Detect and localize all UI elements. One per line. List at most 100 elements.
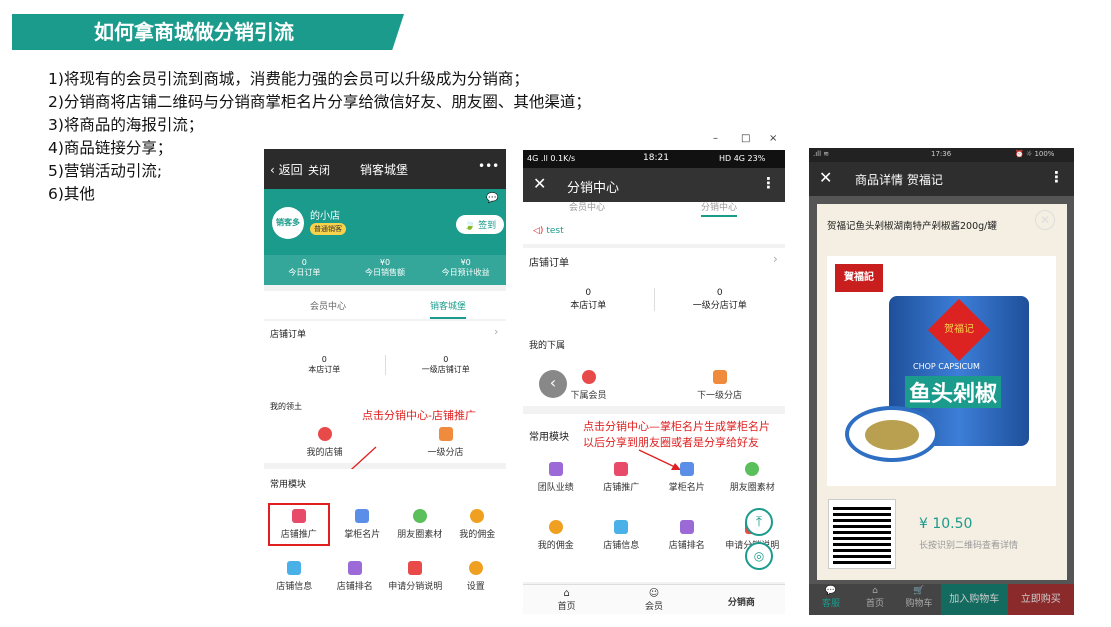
qr-hint: 长按识别二维码查看详情 [919,541,1019,551]
nav-label: 会员 [644,602,663,612]
modules-section: 常用模块 点击分销中心—掌柜名片生成掌柜名片 以后分享到朋友圈或者是分享给好友 … [523,414,785,582]
level1-shop-item[interactable]: 一级分店 [385,427,506,458]
share-float-button[interactable]: ◎ [745,542,773,570]
add-to-cart-button[interactable]: 加入购物车 [941,584,1008,615]
btn-label: 首页 [865,599,884,609]
aperture-icon [745,462,760,476]
nav-distributor[interactable]: 分销商 [698,585,785,614]
slide-title-banner: 如何拿商城做分销引流 [12,14,404,50]
module-label: 店铺排名 [668,541,705,551]
status-time: 18:21 [643,153,669,163]
module-team[interactable]: 团队业绩 [523,462,589,493]
close-window-button[interactable]: × [769,133,777,144]
module-commission[interactable]: 我的佣金 [449,503,507,546]
section-title: 我的领土 [270,402,302,411]
page-title: 销客城堡 [360,163,409,177]
shop-icon [438,427,453,441]
home-button[interactable]: ⌂ 首页 [853,584,897,615]
chevron-right-icon[interactable]: › [773,252,778,266]
tab-distribution[interactable]: 分销中心 [701,200,738,217]
module-label: 店铺信息 [603,541,640,551]
module-label: 朋友圈素材 [397,530,443,540]
annotation-text-1: 点击分销中心—掌柜名片生成掌柜名片 [583,420,770,433]
product-image: 賀福記 贺福记 CHOP CAPSICUM 鱼头剁椒 [827,256,1056,486]
back-to-top-button[interactable]: ⤒ [745,508,773,536]
orders-label: 一级分店订单 [692,301,747,311]
shop-avatar: 销客多 [272,207,304,239]
module-shop-promo[interactable]: 店铺推广 [268,503,330,546]
product-price: ¥ 10.50 [919,516,973,532]
close-icon[interactable]: ✕ [819,168,832,187]
modules-section: 常用模块 店铺推广 掌柜名片 朋友圈素材 我的佣金 店铺信息 店铺排名 申请分销… [264,469,506,614]
store-icon [287,561,302,575]
orders-level1[interactable]: 0 一级分店订单 [653,288,786,311]
close-poster-button[interactable]: ✕ [1035,210,1055,230]
sub-shops[interactable]: 下一级分店 [654,370,785,401]
chevron-right-icon[interactable]: › [494,325,498,338]
orders-value: 0 [443,355,449,364]
nav-label: 首页 [557,602,576,612]
module-shop-info[interactable]: 店铺信息 [589,520,655,551]
module-settings[interactable]: 设置 [446,561,507,592]
orders-label: 一级店铺订单 [421,365,470,374]
chat-icon[interactable]: 💬 [486,193,498,204]
brand-logo: 賀福記 [835,264,883,292]
status-bar: .ıll ≋ 17:36 ⏰ ☼ 100% [809,148,1074,162]
orders-own[interactable]: 0 本店订单 [264,355,385,375]
module-shop-info[interactable]: 店铺信息 [264,561,325,592]
orders-own[interactable]: 0 本店订单 [523,288,654,311]
tab-header-partial: 会员中心 分销中心 ◁) test [523,202,785,244]
close-icon[interactable]: ✕ [533,174,546,193]
status-battery: ⏰ ☼ 100% [1015,150,1055,158]
nav-home[interactable]: ⌂ 首页 [523,585,610,614]
can-label-diamond: 贺福记 [927,298,991,362]
phone-screenshot-product: .ıll ≋ 17:36 ⏰ ☼ 100% ✕ 商品详情 贺福记 ⋮ 贺福记鱼头… [809,148,1074,615]
module-commission[interactable]: 我的佣金 [523,520,589,551]
sign-in-button[interactable]: 🍃 签到 [456,215,505,234]
module-rank[interactable]: 店铺排名 [325,561,386,592]
nav-member[interactable]: ☺ 会员 [610,585,697,614]
more-vertical-icon[interactable]: ⋮ [1049,168,1064,186]
chart-icon [548,462,563,476]
sub-members[interactable]: 下属会员 [523,370,654,401]
cart-icon: 🛒 [913,586,925,596]
customer-service-button[interactable]: 💬 客服 [809,584,853,615]
module-moments[interactable]: 朋友圈素材 [391,503,449,546]
status-signal: 4G .ll 0.1K/s [527,154,576,163]
module-card[interactable]: 掌柜名片 [654,462,720,493]
close-button[interactable]: 关闭 [308,162,330,178]
item-label: 下一级分店 [696,391,742,401]
bar-chart-icon [679,520,694,534]
back-button[interactable]: ‹ 返回 [270,161,303,178]
stat-label: 今日订单 [288,268,321,277]
tab-member-center[interactable]: 会员中心 [569,200,605,213]
orders-value: 0 [585,288,592,298]
bullet-1: 1)将现有的会员引流到商城，消费能力强的会员可以升级成为分销商； [48,70,529,88]
minimize-button[interactable]: – [713,133,718,144]
module-apply[interactable]: 申请分销说明 [385,561,446,592]
tab-member-center[interactable]: 会员中心 [310,299,346,312]
btn-label: 购物车 [905,599,933,609]
more-menu-button[interactable]: ••• [478,159,499,173]
user-icon [317,427,332,441]
stat-value: 0 [301,258,307,267]
module-shop-promo[interactable]: 店铺推广 [589,462,655,493]
module-label: 店铺推广 [603,483,640,493]
orders-level1[interactable]: 0 一级店铺订单 [384,355,507,375]
stat-income: ¥0 今日预计收益 [425,255,506,285]
territory-section: 我的领土 点击分销中心-店铺推广 我的店铺 一级分店 [264,393,506,463]
orders-value: 0 [321,355,327,364]
module-rank[interactable]: 店铺排名 [654,520,720,551]
cart-button[interactable]: 🛒 购物车 [897,584,941,615]
module-card[interactable]: 掌柜名片 [334,503,392,546]
module-moments[interactable]: 朋友圈素材 [720,462,786,493]
status-bar: 4G .ll 0.1K/s 18:21 HD 4G 23% [523,150,785,168]
shop-name: 的小店 [310,211,340,222]
more-vertical-icon[interactable]: ⋮ [761,174,776,192]
buy-now-button[interactable]: 立即购买 [1007,584,1074,615]
orders-value: 0 [716,288,723,298]
tab-castle[interactable]: 销客城堡 [430,299,467,319]
qr-code[interactable] [828,499,896,569]
stat-sales: ¥0 今日销售额 [345,255,426,285]
maximize-button[interactable]: □ [741,133,750,144]
